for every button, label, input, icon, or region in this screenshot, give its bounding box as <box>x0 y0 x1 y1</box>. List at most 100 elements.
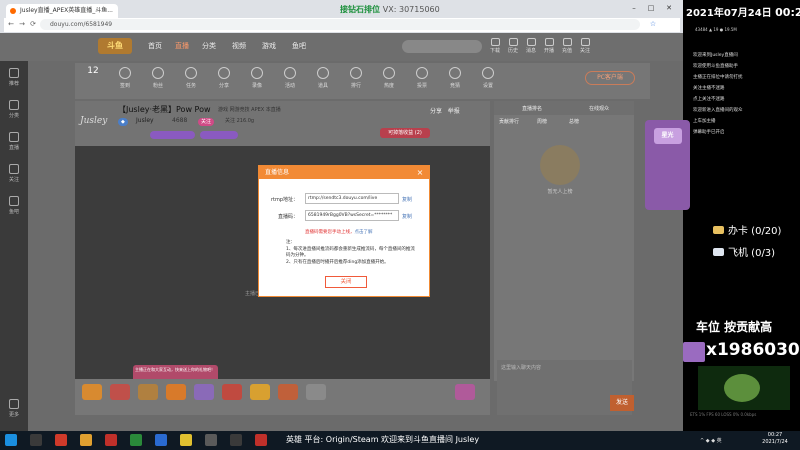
rank-header-contrib[interactable]: 贡献排行 <box>499 118 519 125</box>
rank-header-total[interactable]: 总榜 <box>569 118 579 125</box>
tool-event[interactable]: 活动 <box>277 66 303 96</box>
header-history[interactable]: 历史 <box>506 38 520 56</box>
nav-video[interactable]: 视频 <box>232 41 246 51</box>
tool-rank[interactable]: 排行 <box>343 66 369 96</box>
sidebar-item-recommend[interactable]: 推荐 <box>0 64 28 94</box>
key-field[interactable]: 6581949rBgg0VB?wsSecret=******** <box>305 210 399 221</box>
header-download[interactable]: 下载 <box>488 38 502 56</box>
gift-icon <box>284 67 296 79</box>
search-input[interactable] <box>402 40 482 53</box>
nav-category[interactable]: 分类 <box>202 41 216 51</box>
browser-tab[interactable]: Jusley直播_APEX英雄直播_斗鱼... <box>6 4 118 18</box>
tab-rank[interactable]: 直播排名 <box>522 105 542 112</box>
tool-hot[interactable]: 热度 <box>376 66 402 96</box>
app-icon[interactable] <box>105 434 117 446</box>
app-icon[interactable] <box>230 434 242 446</box>
gift-item[interactable] <box>278 384 298 400</box>
folder-icon[interactable] <box>80 434 92 446</box>
room-category[interactable]: 游戏 网游竞技 APEX 本直播 <box>218 106 281 113</box>
gift-item[interactable] <box>194 384 214 400</box>
douyu-logo[interactable]: 斗鱼 <box>98 38 132 54</box>
tool-vote[interactable]: 投票 <box>409 66 435 96</box>
tool-settings[interactable]: 设置 <box>475 66 501 96</box>
report-button[interactable]: 举报 <box>448 108 460 115</box>
gift-item[interactable] <box>250 384 270 400</box>
chrome-icon[interactable] <box>180 434 192 446</box>
share-button[interactable]: 分享 <box>430 108 442 115</box>
gift-item[interactable] <box>166 384 186 400</box>
copy-rtmp-button[interactable]: 复制 <box>402 196 412 203</box>
log-line: 弹幕助手已开启 <box>693 130 725 135</box>
header-history-label: 历史 <box>507 48 518 54</box>
sidebar-item-category[interactable]: 分类 <box>0 96 28 126</box>
gift-item[interactable] <box>306 384 326 400</box>
bookmark-star-icon[interactable]: ☆ <box>648 19 658 30</box>
nav-fishbar[interactable]: 鱼吧 <box>292 41 306 51</box>
system-tray[interactable]: ^ ◆ ◆ 英 <box>700 437 722 444</box>
note-1: 1、每次进直播间推流码都会重新生成推流码，每个直播间的推流码为分钟。 <box>286 246 415 259</box>
rtmp-field[interactable]: rtmp://sendtc3.douyu.com/live <box>305 193 399 204</box>
host-name[interactable]: Jusley <box>136 117 154 124</box>
tool-task[interactable]: 任务 <box>178 66 204 96</box>
log-line: 关注主播不迷路 <box>693 86 725 91</box>
copy-key-button[interactable]: 复制 <box>402 213 412 220</box>
overlay-time: 00:27:48 <box>775 6 800 19</box>
mascot-label: 暂无人上榜 <box>547 189 573 195</box>
overlay-footer: ETS 1% FPS 60 LOSS 0% 0.0kbps <box>690 412 757 417</box>
header-messages-label: 消息 <box>525 48 536 54</box>
share-icon <box>218 67 230 79</box>
start-icon[interactable] <box>5 434 17 446</box>
header-broadcast[interactable]: 开播 <box>542 38 556 56</box>
gift-item[interactable] <box>455 384 475 400</box>
gift-item[interactable] <box>222 384 242 400</box>
gift-item[interactable] <box>138 384 158 400</box>
back-button[interactable]: ← <box>6 19 16 30</box>
forward-button[interactable]: → <box>17 19 27 30</box>
tool-share[interactable]: 分享 <box>211 66 237 96</box>
app-icon[interactable] <box>255 434 267 446</box>
rank-header-week[interactable]: 周榜 <box>537 118 547 125</box>
tool-record[interactable]: 录像 <box>244 66 270 96</box>
url-field[interactable]: douyu.com/6581949 <box>40 19 640 30</box>
tab-audience[interactable]: 在线观众 <box>589 105 609 112</box>
contribution-button[interactable]: 可掉落收益 (2) <box>380 128 430 138</box>
streamer-avatar[interactable]: Jusley <box>80 110 112 132</box>
pc-client-button[interactable]: PC客户端 <box>585 71 635 85</box>
app-icon[interactable] <box>130 434 142 446</box>
reload-button[interactable]: ⟳ <box>28 19 38 30</box>
notice-link[interactable]: 点击了解 <box>355 230 373 235</box>
dialog-close-icon[interactable]: × <box>414 166 426 179</box>
tool-props[interactable]: 道具 <box>310 66 336 96</box>
gift-item[interactable] <box>82 384 102 400</box>
nav-games[interactable]: 游戏 <box>262 41 276 51</box>
tool-checkin[interactable]: 签到 <box>112 66 138 96</box>
sidebar-item-live[interactable]: 直播 <box>0 128 28 158</box>
window-close-button[interactable]: ✕ <box>663 3 675 13</box>
minimize-button[interactable]: – <box>628 3 640 13</box>
app-icon[interactable] <box>155 434 167 446</box>
follow-badge[interactable]: 关注 <box>198 118 215 126</box>
clock-date: 2021/7/24 <box>762 439 788 445</box>
tool-guess[interactable]: 竞猜 <box>442 66 468 96</box>
header-messages[interactable]: 消息 <box>524 38 538 56</box>
gift-item[interactable] <box>110 384 130 400</box>
sidebar-item-follow[interactable]: 关注 <box>0 160 28 190</box>
maximize-button[interactable]: □ <box>645 3 657 13</box>
taskbar-ticker: 英雄 平台: Origin/Steam 欢迎来到斗鱼直播间 Jusley <box>286 435 480 444</box>
tool-label: 投票 <box>416 83 427 89</box>
search-icon[interactable] <box>30 434 42 446</box>
header-recharge[interactable]: 充值 <box>560 38 574 56</box>
send-button[interactable]: 发送 <box>610 395 634 411</box>
nav-home[interactable]: 首页 <box>148 41 162 51</box>
dialog-close-button[interactable]: 关闭 <box>325 276 367 288</box>
tool-fans[interactable]: 粉丝 <box>145 66 171 96</box>
app-icon[interactable] <box>205 434 217 446</box>
sidebar-item-fishbar[interactable]: 鱼吧 <box>0 192 28 222</box>
app-icon[interactable] <box>55 434 67 446</box>
event-banner[interactable]: 星光 <box>645 120 690 210</box>
event-badge: 星光 <box>653 128 682 144</box>
sidebar-item-more[interactable]: 更多 <box>0 395 28 425</box>
taskbar-clock[interactable]: 00:27 2021/7/24 <box>755 432 795 446</box>
nav-live[interactable]: 直播 <box>175 41 189 51</box>
header-follow[interactable]: 关注 <box>578 38 592 56</box>
